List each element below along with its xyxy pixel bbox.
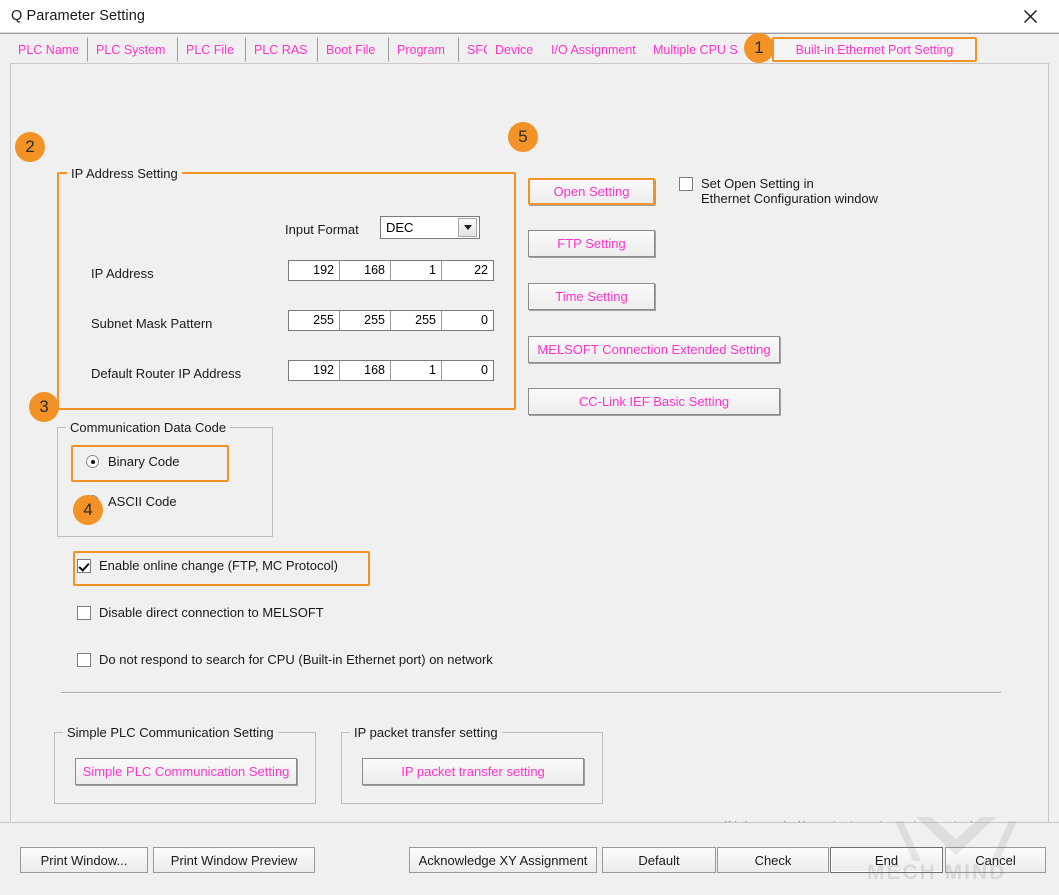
tab-plc-ras[interactable]: PLC RAS	[246, 37, 318, 62]
command-buttons-container: Print Window...Print Window Preview Ackno…	[0, 823, 1059, 895]
ip-packet-transfer-label: IP packet transfer setting	[350, 725, 502, 740]
set-open-setting-checkbox-box[interactable]	[679, 177, 693, 191]
print-window-button[interactable]: Print Window...	[20, 847, 148, 873]
tab-label: Built-in Ethernet Port Setting	[796, 43, 954, 57]
radio-ascii-code-dot[interactable]	[86, 495, 99, 508]
dialog-body: PLC Name PLC System PLC File PLC RAS Boot Fi…	[0, 33, 1059, 895]
checkbox-box[interactable]	[77, 653, 91, 667]
ip-address-octet-4[interactable]: 22	[442, 261, 493, 280]
ip-address-label: IP Address	[91, 266, 154, 281]
check-button[interactable]: Check	[717, 847, 829, 873]
chevron-down-icon[interactable]	[458, 218, 477, 237]
tab-plc-system[interactable]: PLC System	[88, 37, 178, 62]
tab-panel-builtin-ethernet: IP Address Setting Input Format DEC IP A…	[10, 64, 1049, 854]
radio-binary-code-dot[interactable]	[86, 455, 99, 468]
ip-address-octet-2[interactable]: 168	[340, 261, 391, 280]
tab-label: PLC RAS	[254, 43, 308, 57]
radio-ascii-code[interactable]: ASCII Code	[86, 494, 177, 509]
acknowledge-xy-assignment-button[interactable]: Acknowledge XY Assignment	[409, 847, 597, 873]
default-router-octet-3[interactable]: 1	[391, 361, 442, 380]
tab-plc-file[interactable]: PLC File	[178, 37, 246, 62]
ip-address-octets[interactable]: 192 168 1 22	[288, 260, 494, 281]
subnet-mask-label: Subnet Mask Pattern	[91, 316, 212, 331]
ip-address-octet-1[interactable]: 192	[289, 261, 340, 280]
tab-label: I/O Assignment	[551, 43, 636, 57]
tab-program[interactable]: Program	[389, 37, 459, 62]
default-router-octet-1[interactable]: 192	[289, 361, 340, 380]
input-format-value: DEC	[381, 220, 458, 235]
print-window-preview-button[interactable]: Print Window Preview	[153, 847, 315, 873]
tab-built-in-ethernet-port-setting[interactable]: Built-in Ethernet Port Setting	[772, 37, 977, 62]
default-router-label: Default Router IP Address	[91, 366, 241, 381]
radio-ascii-code-label: ASCII Code	[108, 494, 177, 509]
ip-packet-transfer-group: IP packet transfer setting IP packet tra…	[341, 732, 603, 804]
page-title: Q Parameter Setting	[11, 8, 145, 24]
communication-data-code-label: Communication Data Code	[66, 420, 230, 435]
radio-binary-code[interactable]: Binary Code	[86, 454, 180, 469]
default-router-octets[interactable]: 192 168 1 0	[288, 360, 494, 381]
set-open-setting-checkbox[interactable]: Set Open Setting in Ethernet Configurati…	[679, 176, 909, 206]
close-icon[interactable]	[1009, 3, 1051, 29]
set-open-setting-checkbox-label: Set Open Setting in Ethernet Configurati…	[701, 176, 878, 206]
end-button[interactable]: End	[830, 847, 943, 873]
input-format-select[interactable]: DEC	[380, 216, 480, 239]
tab-label: Program	[397, 43, 445, 57]
default-router-octet-4[interactable]: 0	[442, 361, 493, 380]
checkbox-do-not-respond-to-search-for-cpu-built-i[interactable]: Do not respond to search for CPU (Built-…	[77, 652, 493, 667]
melsoft-connection-extended-setting-button[interactable]: MELSOFT Connection Extended Setting	[528, 336, 780, 363]
cc-link-ief-basic-setting-button[interactable]: CC-Link IEF Basic Setting	[528, 388, 780, 415]
checkbox-label: Enable online change (FTP, MC Protocol)	[99, 558, 338, 573]
subnet-mask-octets[interactable]: 255 255 255 0	[288, 310, 494, 331]
section-divider	[61, 692, 1001, 694]
radio-binary-code-label: Binary Code	[108, 454, 180, 469]
default-button[interactable]: Default	[602, 847, 716, 873]
communication-data-code-group: Communication Data Code Binary Code ASCI…	[57, 427, 273, 537]
checkbox-label: Disable direct connection to MELSOFT	[99, 605, 324, 620]
simple-plc-communication-setting-button[interactable]: Simple PLC Communication Setting	[75, 758, 297, 785]
window-titlebar: Q Parameter Setting	[0, 0, 1059, 33]
cancel-button[interactable]: Cancel	[945, 847, 1046, 873]
command-bar: Print Window...Print Window Preview Ackno…	[0, 822, 1059, 895]
tab-label: Multiple CPU S	[653, 43, 738, 57]
checkbox-enable-online-change-ftp-mc-protocol[interactable]: Enable online change (FTP, MC Protocol)	[77, 558, 338, 573]
default-router-octet-2[interactable]: 168	[340, 361, 391, 380]
tab-label: PLC File	[186, 43, 234, 57]
tab-boot-file[interactable]: Boot File	[318, 37, 389, 62]
ip-address-octet-3[interactable]: 1	[391, 261, 442, 280]
simple-plc-communication-label: Simple PLC Communication Setting	[63, 725, 278, 740]
simple-plc-communication-group: Simple PLC Communication Setting Simple …	[54, 732, 316, 804]
subnet-mask-octet-1[interactable]: 255	[289, 311, 340, 330]
q-parameter-setting-window: Q Parameter Setting PLC NamePLC SystemPL…	[0, 0, 1059, 895]
checkbox-disable-direct-connection-to-melsoft[interactable]: Disable direct connection to MELSOFT	[77, 605, 324, 620]
checkbox-box[interactable]	[77, 606, 91, 620]
ip-packet-transfer-setting-button[interactable]: IP packet transfer setting	[362, 758, 584, 785]
tab-label: Device	[495, 43, 533, 57]
subnet-mask-octet-4[interactable]: 0	[442, 311, 493, 330]
tab-label: PLC Name	[18, 43, 79, 57]
tab-multiple-cpu-s[interactable]: Multiple CPU S	[645, 37, 753, 62]
tab-i-o-assignment[interactable]: I/O Assignment	[543, 37, 655, 62]
tab-plc-name[interactable]: PLC Name	[10, 37, 88, 62]
ip-address-setting-group: IP Address Setting Input Format DEC IP A…	[57, 172, 516, 410]
subnet-mask-octet-2[interactable]: 255	[340, 311, 391, 330]
time-setting-button[interactable]: Time Setting	[528, 283, 655, 310]
checkbox-label: Do not respond to search for CPU (Built-…	[99, 652, 493, 667]
checkbox-box[interactable]	[77, 559, 91, 573]
input-format-label: Input Format	[285, 222, 359, 237]
open-setting-button[interactable]: Open Setting	[528, 178, 655, 205]
tab-strip: PLC Name PLC System PLC File PLC RAS Boot Fi…	[10, 37, 1049, 64]
subnet-mask-octet-3[interactable]: 255	[391, 311, 442, 330]
tab-label: Boot File	[326, 43, 375, 57]
ftp-setting-button[interactable]: FTP Setting	[528, 230, 655, 257]
ip-address-setting-label: IP Address Setting	[67, 166, 182, 181]
tab-label: PLC System	[96, 43, 165, 57]
